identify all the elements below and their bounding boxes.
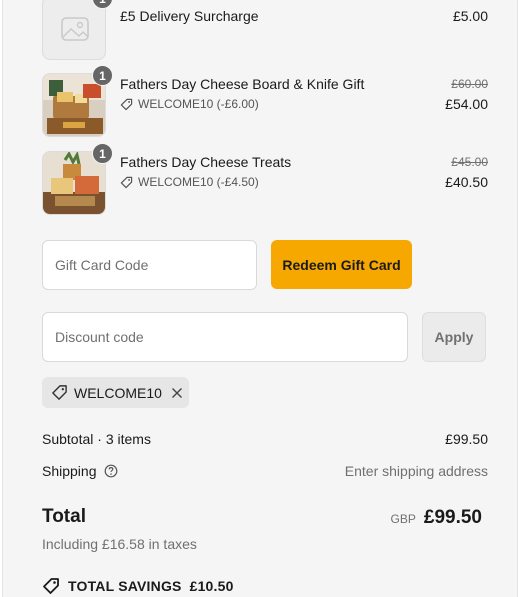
help-icon[interactable]: [104, 464, 118, 481]
total-amount-group: GBP £99.50: [391, 507, 482, 529]
item-discount: WELCOME10 (-£4.50): [120, 175, 259, 189]
subtotal-label: Subtotal · 3 items: [42, 431, 151, 447]
shipping-label: Shipping: [42, 463, 97, 479]
subtotal-row: Subtotal · 3 items £99.50: [42, 431, 488, 447]
quantity-badge: 1: [92, 65, 113, 86]
applied-discount-code: WELCOME10: [74, 384, 162, 401]
discount-label: WELCOME10 (-£6.00): [138, 97, 259, 111]
item-discount: WELCOME10 (-£6.00): [120, 97, 259, 111]
item-original-price: £60.00: [451, 77, 488, 91]
discount-code-input[interactable]: Discount code: [42, 312, 408, 362]
tag-icon: [120, 98, 133, 110]
redeem-gift-card-button[interactable]: Redeem Gift Card: [271, 240, 412, 289]
discount-code-placeholder: Discount code: [55, 329, 144, 345]
gift-card-input[interactable]: Gift Card Code: [42, 240, 257, 290]
shipping-row: Shipping Enter shipping address: [42, 463, 488, 481]
item-price: £54.00: [445, 96, 488, 112]
total-savings-value: £10.50: [189, 578, 234, 594]
quantity-badge: 1: [92, 143, 113, 164]
tag-icon: [51, 384, 68, 401]
remove-discount-icon[interactable]: [171, 387, 183, 399]
line-item: 1 Fathers Day Cheese Board & Knife Gift …: [42, 65, 488, 137]
item-name: £5 Delivery Surcharge: [120, 8, 259, 24]
item-price: £40.50: [445, 174, 488, 190]
gift-card-placeholder: Gift Card Code: [55, 257, 149, 273]
image-placeholder-icon: [61, 17, 89, 41]
total-label: Total: [42, 506, 86, 527]
line-item: 1 Fathers Day Cheese Treats WELCOME10 (-…: [42, 143, 488, 215]
item-name: Fathers Day Cheese Treats: [120, 154, 292, 170]
item-original-price: £45.00: [451, 155, 488, 169]
item-price: £5.00: [452, 8, 488, 24]
discount-label: WELCOME10 (-£4.50): [138, 175, 259, 189]
line-item: 1 £5 Delivery Surcharge £5.00: [42, 0, 488, 60]
subtotal-value: £99.50: [445, 431, 488, 447]
order-summary-panel: 1 £5 Delivery Surcharge £5.00 1 Fathers …: [2, 0, 518, 597]
taxes-note: Including £16.58 in taxes: [42, 536, 197, 552]
applied-discount-chip: WELCOME10: [42, 377, 189, 408]
item-name: Fathers Day Cheese Board & Knife Gift: [120, 76, 365, 92]
total-savings: TOTAL SAVINGS £10.50: [42, 577, 234, 595]
shipping-value: Enter shipping address: [344, 463, 488, 479]
apply-discount-button[interactable]: Apply: [422, 312, 486, 362]
tag-icon: [120, 176, 133, 188]
total-value: £99.50: [423, 507, 482, 528]
tag-icon: [42, 577, 60, 595]
product-thumbnail: [42, 0, 106, 60]
total-savings-label: TOTAL SAVINGS: [68, 578, 182, 594]
currency-code: GBP: [390, 512, 416, 526]
